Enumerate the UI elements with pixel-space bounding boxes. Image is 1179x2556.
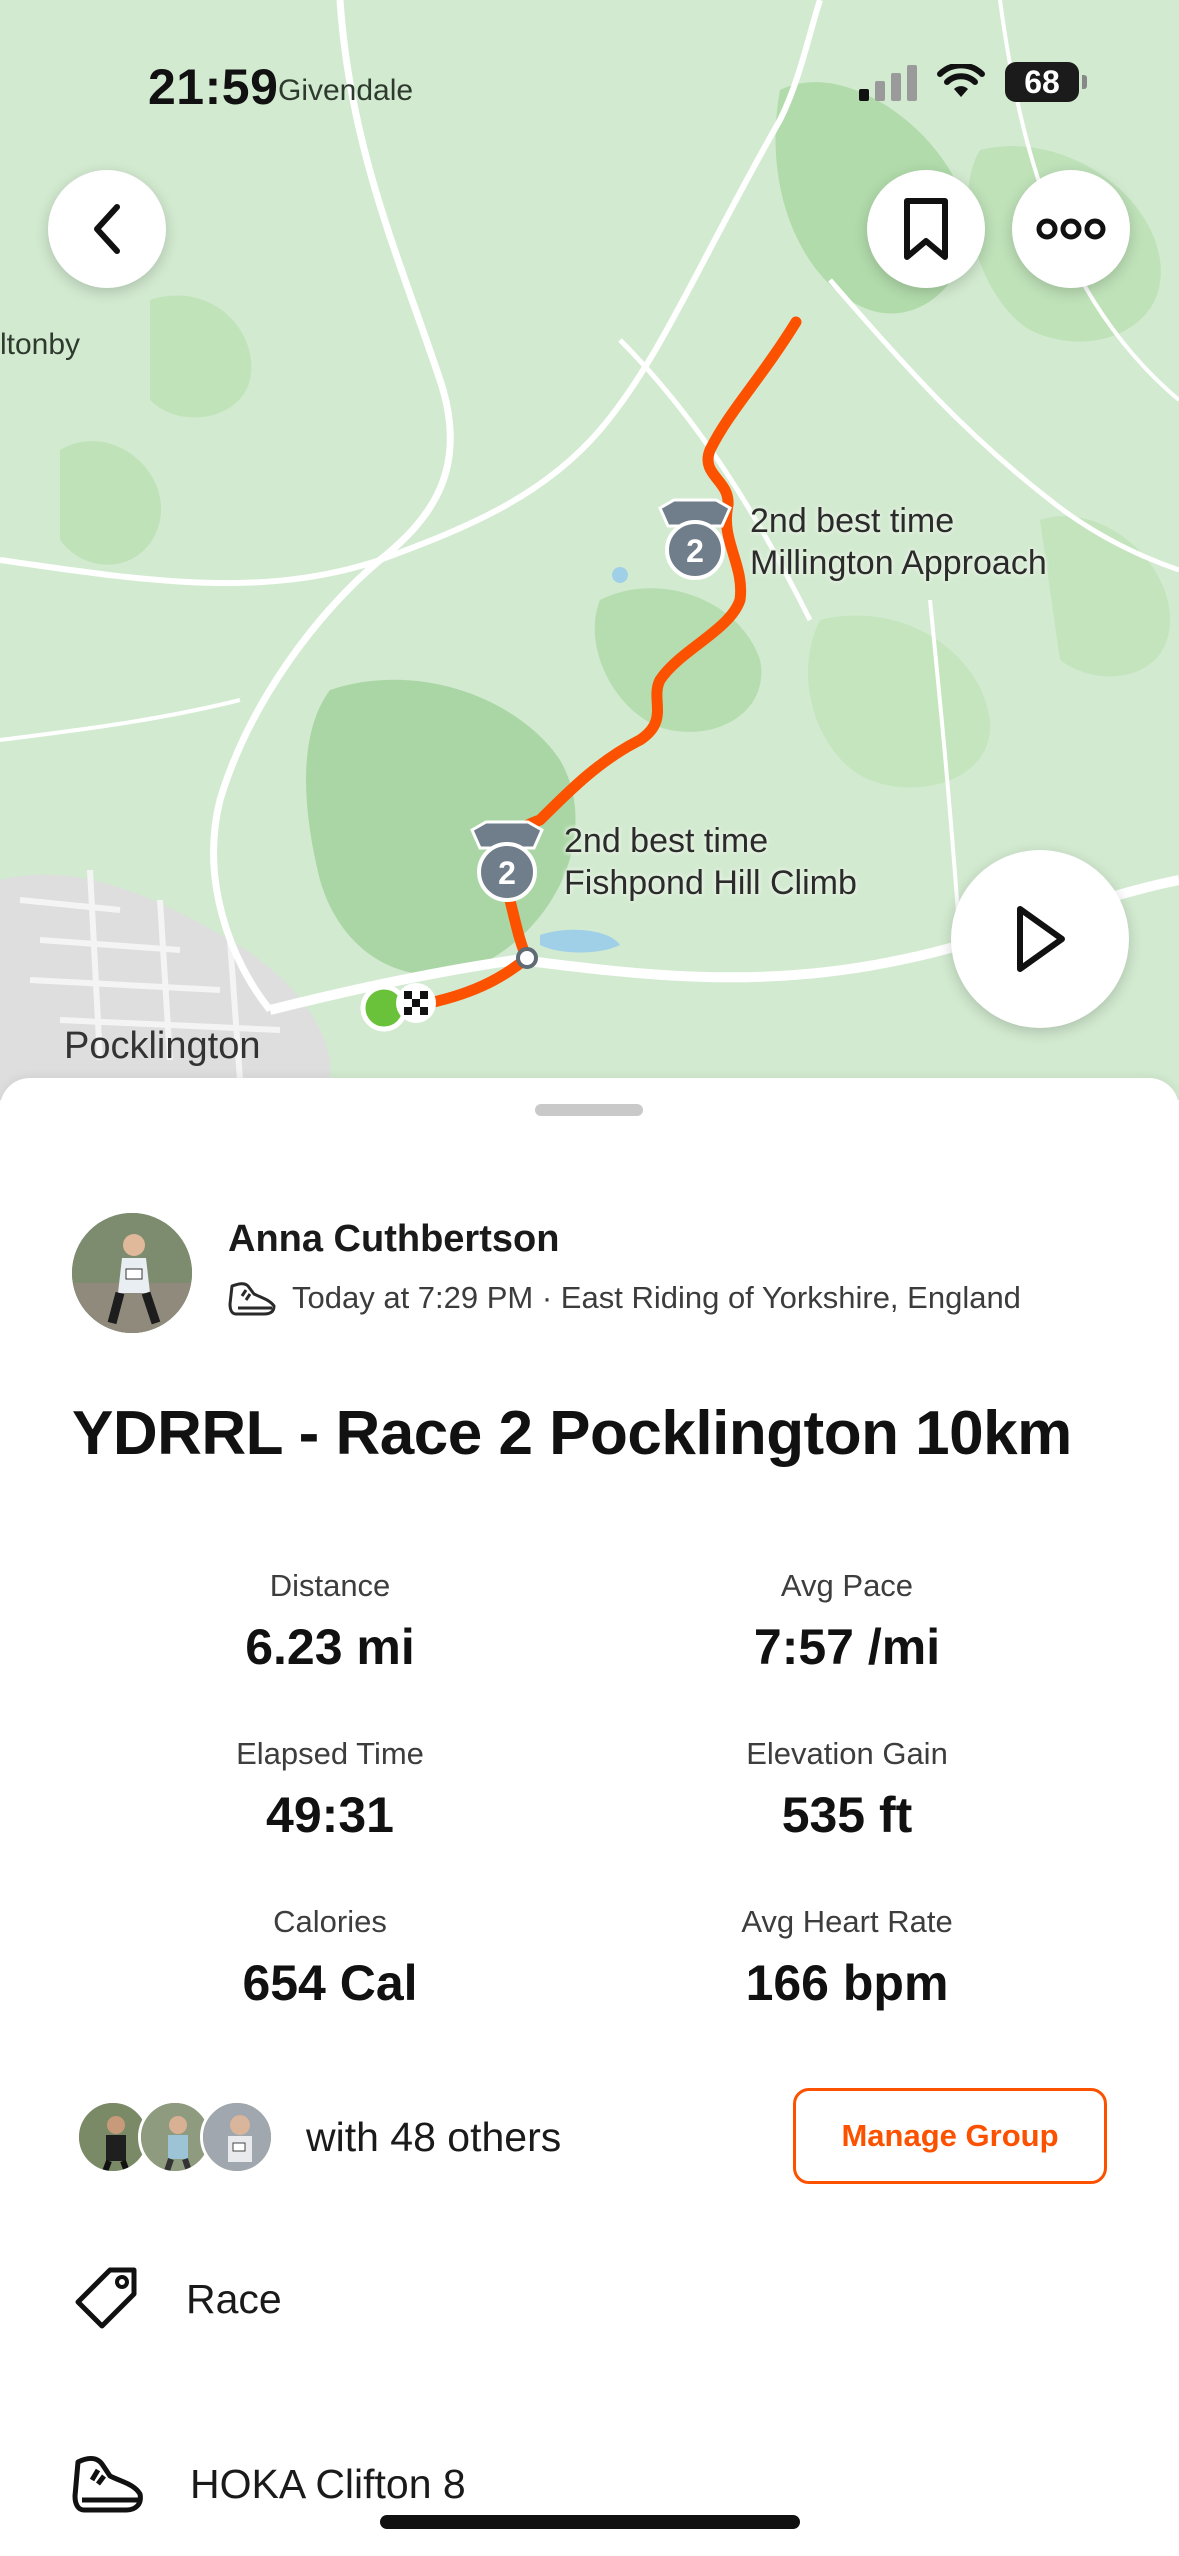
stat-value: 535 ft bbox=[781, 1787, 913, 1843]
group-member-avatar bbox=[200, 2100, 274, 2174]
segment-medal-icon: 2 bbox=[470, 820, 544, 902]
activity-detail-sheet[interactable]: Anna Cuthbertson Today at 7:29 PM · East… bbox=[0, 1078, 1179, 2556]
segment-rank-text: 2nd best time bbox=[564, 822, 769, 860]
stat-value: 166 bpm bbox=[745, 1955, 949, 2011]
map-place-label: Givendale bbox=[278, 74, 414, 107]
bookmark-icon bbox=[904, 198, 948, 260]
stat-distance: Distance 6.23 mi bbox=[120, 1568, 540, 1676]
avatar-photo bbox=[72, 1213, 192, 1333]
segment-label-fishpond[interactable]: 2nd best time Fishpond Hill Climb bbox=[564, 820, 857, 904]
athlete-name[interactable]: Anna Cuthbertson bbox=[228, 1218, 559, 1261]
manage-group-button[interactable]: Manage Group bbox=[793, 2088, 1107, 2184]
athlete-avatar[interactable] bbox=[72, 1213, 192, 1333]
segment-label-millington[interactable]: 2nd best time Millington Approach bbox=[750, 500, 1047, 584]
gear-name: HOKA Clifton 8 bbox=[190, 2460, 466, 2507]
segment-name-text: Millington Approach bbox=[750, 544, 1047, 582]
stat-elapsed-time: Elapsed Time 49:31 bbox=[120, 1736, 540, 1844]
finish-flag-marker bbox=[396, 983, 436, 1023]
segment-name-text: Fishpond Hill Climb bbox=[564, 864, 857, 902]
stat-value: 654 Cal bbox=[242, 1955, 418, 2011]
route-map[interactable]: 2 2 Givendale ltonby Pocklington 2nd bes… bbox=[0, 0, 1179, 1100]
flyover-play-button[interactable] bbox=[951, 850, 1129, 1028]
more-options-button[interactable] bbox=[1012, 170, 1130, 288]
svg-text:2: 2 bbox=[686, 533, 704, 569]
running-shoe-icon bbox=[72, 2456, 143, 2513]
status-time: 21:59 bbox=[148, 59, 279, 115]
back-button[interactable] bbox=[48, 170, 166, 288]
more-dots-icon bbox=[1036, 218, 1106, 240]
stat-value: 7:57 /mi bbox=[753, 1619, 941, 1675]
group-count-text[interactable]: with 48 others bbox=[306, 2114, 561, 2161]
home-indicator[interactable] bbox=[380, 2515, 800, 2529]
stat-label: Calories bbox=[273, 1904, 387, 1939]
stat-label: Elevation Gain bbox=[746, 1736, 948, 1771]
stat-value: 49:31 bbox=[266, 1787, 394, 1843]
stat-avg-heart-rate: Avg Heart Rate 166 bpm bbox=[637, 1904, 1057, 2012]
stat-elevation-gain: Elevation Gain 535 ft bbox=[637, 1736, 1057, 1844]
stat-label: Avg Heart Rate bbox=[741, 1904, 953, 1939]
chevron-left-icon bbox=[94, 204, 120, 254]
activity-meta-row: Today at 7:29 PM · East Riding of Yorksh… bbox=[228, 1278, 1021, 1318]
status-icons: 68 bbox=[859, 62, 1087, 102]
group-activity-row[interactable]: with 48 others Manage Group bbox=[72, 2088, 1107, 2184]
svg-text:2: 2 bbox=[498, 855, 516, 891]
cellular-signal-icon bbox=[859, 63, 917, 101]
stat-label: Distance bbox=[269, 1568, 391, 1603]
stat-label: Avg Pace bbox=[780, 1568, 914, 1603]
segment-medal-icon: 2 bbox=[658, 498, 732, 580]
stat-avg-pace: Avg Pace 7:57 /mi bbox=[637, 1568, 1057, 1676]
gear-row[interactable]: HOKA Clifton 8 bbox=[72, 2452, 466, 2516]
activity-title: YDRRL - Race 2 Pocklington 10km bbox=[72, 1399, 1072, 1468]
map-town-label: Pocklington bbox=[64, 1025, 261, 1067]
battery-indicator: 68 bbox=[1005, 62, 1087, 102]
running-shoe-icon bbox=[228, 1282, 276, 1316]
map-place-label: ltonby bbox=[0, 328, 81, 361]
bookmark-button[interactable] bbox=[867, 170, 985, 288]
sheet-grabber[interactable] bbox=[535, 1104, 643, 1116]
wifi-icon bbox=[937, 64, 985, 97]
play-icon bbox=[1017, 906, 1065, 972]
stat-label: Elapsed Time bbox=[236, 1736, 424, 1771]
workout-type-row[interactable]: Race bbox=[72, 2264, 282, 2334]
stat-value: 6.23 mi bbox=[245, 1619, 415, 1675]
tag-icon bbox=[75, 2267, 137, 2329]
activity-date-location: Today at 7:29 PM · East Riding of Yorksh… bbox=[292, 1280, 1021, 1315]
segment-rank-text: 2nd best time bbox=[750, 502, 955, 540]
stat-calories: Calories 654 Cal bbox=[120, 1904, 540, 2012]
workout-type-label: Race bbox=[186, 2275, 282, 2322]
